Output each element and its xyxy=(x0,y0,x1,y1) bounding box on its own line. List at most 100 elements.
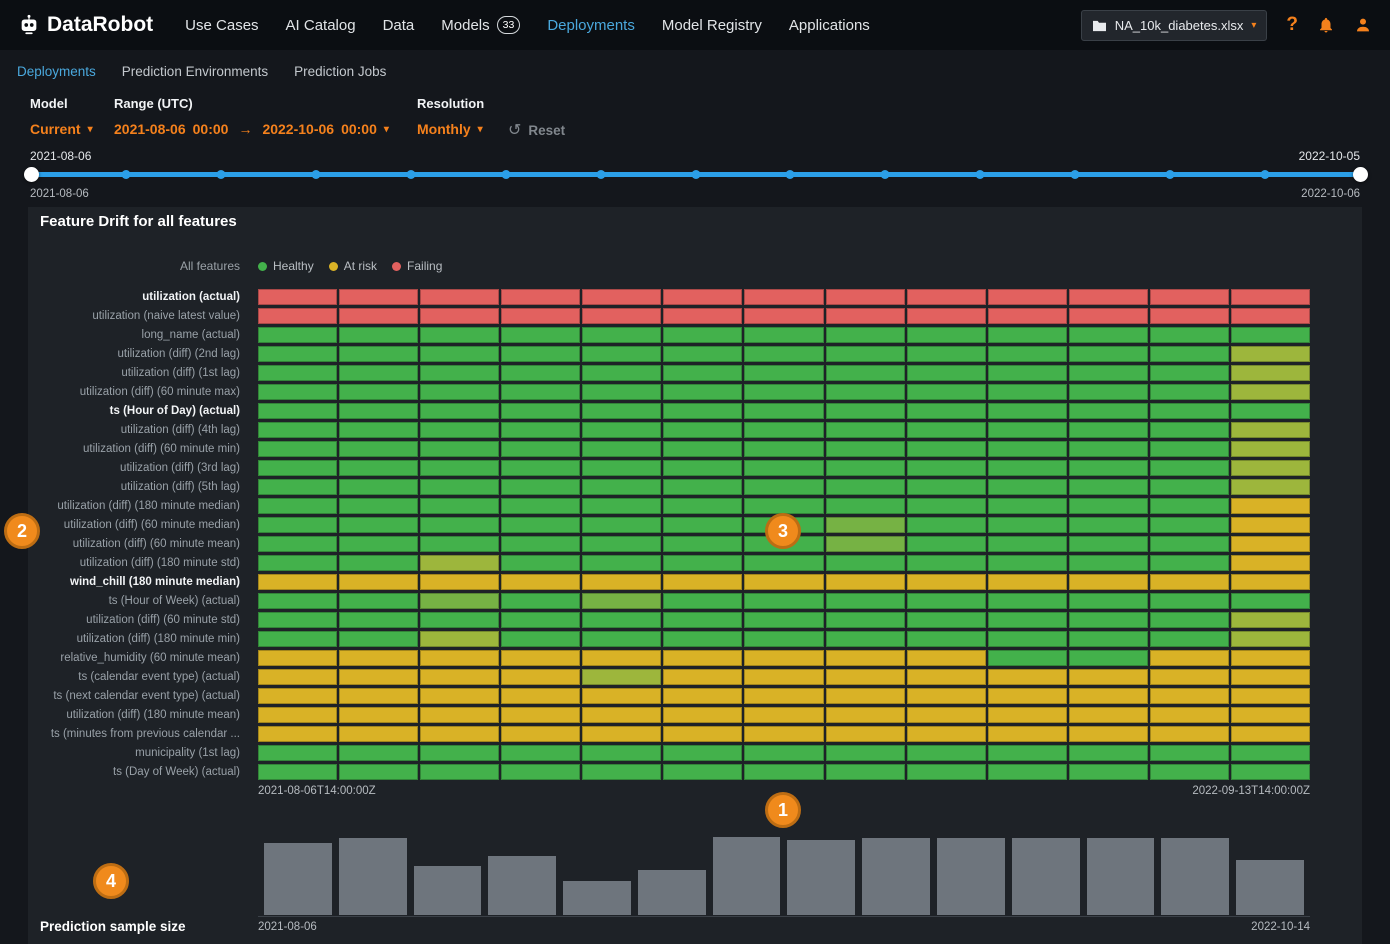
drift-cell[interactable] xyxy=(258,650,337,666)
drift-cell[interactable] xyxy=(1069,536,1148,552)
feature-label[interactable]: utilization (diff) (60 minute median) xyxy=(28,519,258,531)
drift-cell[interactable] xyxy=(907,650,986,666)
drift-cell[interactable] xyxy=(420,555,499,571)
drift-cell[interactable] xyxy=(582,764,661,780)
drift-cell[interactable] xyxy=(663,365,742,381)
drift-cell[interactable] xyxy=(339,403,418,419)
drift-cell[interactable] xyxy=(420,593,499,609)
drift-cell[interactable] xyxy=(744,764,823,780)
drift-cell[interactable] xyxy=(988,593,1067,609)
sample-size-bar[interactable] xyxy=(264,843,332,915)
drift-cell[interactable] xyxy=(420,574,499,590)
drift-cell[interactable] xyxy=(744,327,823,343)
drift-cell[interactable] xyxy=(1069,631,1148,647)
drift-cell[interactable] xyxy=(1231,384,1310,400)
drift-cell[interactable] xyxy=(501,555,580,571)
drift-cell[interactable] xyxy=(744,289,823,305)
drift-cell[interactable] xyxy=(1069,593,1148,609)
drift-cell[interactable] xyxy=(988,289,1067,305)
drift-cell[interactable] xyxy=(907,479,986,495)
drift-cell[interactable] xyxy=(420,441,499,457)
drift-cell[interactable] xyxy=(826,384,905,400)
sample-size-bar[interactable] xyxy=(713,837,781,915)
drift-cell[interactable] xyxy=(1231,764,1310,780)
drift-cell[interactable] xyxy=(663,745,742,761)
sample-size-bar[interactable] xyxy=(339,838,407,915)
time-range-slider[interactable] xyxy=(31,172,1360,177)
drift-cell[interactable] xyxy=(663,536,742,552)
drift-cell[interactable] xyxy=(907,346,986,362)
drift-cell[interactable] xyxy=(826,479,905,495)
drift-cell[interactable] xyxy=(744,346,823,362)
feature-label[interactable]: municipality (1st lag) xyxy=(28,747,258,759)
feature-label[interactable]: utilization (diff) (180 minute std) xyxy=(28,557,258,569)
drift-cell[interactable] xyxy=(501,688,580,704)
drift-cell[interactable] xyxy=(1069,707,1148,723)
sample-size-bar[interactable] xyxy=(1087,838,1155,915)
drift-cell[interactable] xyxy=(1069,726,1148,742)
drift-cell[interactable] xyxy=(907,669,986,685)
drift-cell[interactable] xyxy=(988,441,1067,457)
drift-cell[interactable] xyxy=(826,593,905,609)
drift-cell[interactable] xyxy=(258,726,337,742)
nav-item-use-cases[interactable]: Use Cases xyxy=(185,17,258,34)
drift-cell[interactable] xyxy=(1069,612,1148,628)
drift-cell[interactable] xyxy=(258,384,337,400)
drift-cell[interactable] xyxy=(501,631,580,647)
drift-cell[interactable] xyxy=(826,365,905,381)
drift-cell[interactable] xyxy=(663,650,742,666)
drift-cell[interactable] xyxy=(339,745,418,761)
drift-cell[interactable] xyxy=(501,764,580,780)
drift-cell[interactable] xyxy=(582,536,661,552)
drift-cell[interactable] xyxy=(988,498,1067,514)
drift-cell[interactable] xyxy=(907,422,986,438)
drift-cell[interactable] xyxy=(826,441,905,457)
reset-button[interactable]: ↺ Reset xyxy=(508,120,565,140)
drift-cell[interactable] xyxy=(258,327,337,343)
slider-tick[interactable] xyxy=(691,170,700,179)
drift-cell[interactable] xyxy=(1069,441,1148,457)
feature-label[interactable]: utilization (naive latest value) xyxy=(28,310,258,322)
feature-label[interactable]: utilization (diff) (60 minute min) xyxy=(28,443,258,455)
feature-label[interactable]: utilization (diff) (180 minute min) xyxy=(28,633,258,645)
drift-cell[interactable] xyxy=(1231,289,1310,305)
drift-cell[interactable] xyxy=(420,726,499,742)
drift-cell[interactable] xyxy=(501,726,580,742)
drift-cell[interactable] xyxy=(988,308,1067,324)
drift-cell[interactable] xyxy=(1150,745,1229,761)
drift-cell[interactable] xyxy=(663,479,742,495)
drift-cell[interactable] xyxy=(339,669,418,685)
drift-cell[interactable] xyxy=(907,764,986,780)
drift-cell[interactable] xyxy=(1231,460,1310,476)
drift-cell[interactable] xyxy=(988,384,1067,400)
sample-size-bar[interactable] xyxy=(862,838,930,915)
drift-cell[interactable] xyxy=(582,593,661,609)
drift-cell[interactable] xyxy=(1150,593,1229,609)
drift-cell[interactable] xyxy=(1150,612,1229,628)
feature-label[interactable]: utilization (diff) (5th lag) xyxy=(28,481,258,493)
drift-cell[interactable] xyxy=(663,631,742,647)
drift-cell[interactable] xyxy=(501,707,580,723)
drift-cell[interactable] xyxy=(1231,688,1310,704)
drift-cell[interactable] xyxy=(826,764,905,780)
drift-cell[interactable] xyxy=(258,536,337,552)
drift-cell[interactable] xyxy=(420,384,499,400)
drift-cell[interactable] xyxy=(258,574,337,590)
slider-tick[interactable] xyxy=(596,170,605,179)
slider-handle-right[interactable] xyxy=(1353,167,1368,182)
slider-tick[interactable] xyxy=(216,170,225,179)
drift-cell[interactable] xyxy=(258,555,337,571)
tab-prediction-jobs[interactable]: Prediction Jobs xyxy=(294,64,386,79)
drift-cell[interactable] xyxy=(663,289,742,305)
drift-cell[interactable] xyxy=(420,688,499,704)
drift-cell[interactable] xyxy=(258,688,337,704)
drift-cell[interactable] xyxy=(1150,517,1229,533)
sample-size-bar[interactable] xyxy=(1236,860,1304,915)
drift-cell[interactable] xyxy=(907,631,986,647)
model-dropdown[interactable]: Current ▾ xyxy=(30,121,93,137)
drift-cell[interactable] xyxy=(1231,669,1310,685)
user-profile-button[interactable] xyxy=(1354,16,1372,34)
datarobot-logo[interactable]: DataRobot xyxy=(18,13,153,37)
drift-cell[interactable] xyxy=(420,346,499,362)
drift-cell[interactable] xyxy=(582,365,661,381)
